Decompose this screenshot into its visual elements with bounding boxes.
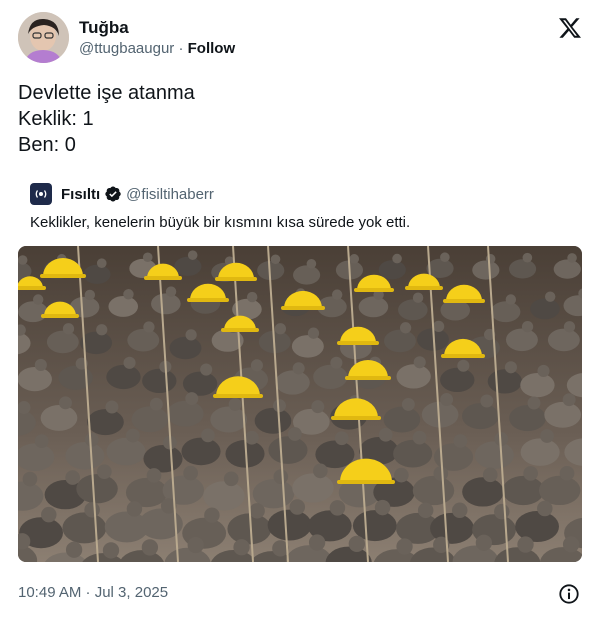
display-name[interactable]: Tuğba: [79, 18, 235, 38]
quote-header[interactable]: Fısıltı @fisiltihaberr: [30, 183, 214, 205]
tweet-line-3: Ben: 0: [18, 134, 76, 156]
author-block: Tuğba @ttugbaaugur · Follow: [79, 18, 235, 60]
tweet-photo[interactable]: [18, 246, 582, 562]
partridges-with-helmets-image: [18, 246, 582, 562]
tweet-text: Devlette işe atanma Keklik: 1 Ben: 0: [18, 80, 578, 158]
follow-button[interactable]: Follow: [188, 40, 236, 57]
quote-avatar[interactable]: [30, 183, 52, 205]
tweet-line-1: Devlette işe atanma: [18, 82, 195, 104]
verified-badge-icon: [105, 186, 121, 202]
tweet-header: Tuğba @ttugbaaugur · Follow: [18, 12, 582, 66]
info-icon[interactable]: [558, 583, 580, 605]
handle[interactable]: @ttugbaaugur: [79, 40, 174, 57]
avatar[interactable]: [18, 12, 69, 63]
tweet-line-2: Keklik: 1: [18, 108, 94, 130]
quote-name[interactable]: Fısıltı: [61, 186, 100, 203]
x-logo-icon[interactable]: [558, 16, 582, 40]
separator: ·: [178, 40, 184, 57]
timestamp[interactable]: 10:49 AM · Jul 3, 2025: [18, 584, 168, 601]
quote-handle[interactable]: @fisiltihaberr: [126, 186, 214, 203]
quote-text: Keklikler, kenelerin büyük bir kısmını k…: [30, 214, 411, 231]
handle-line: @ttugbaaugur · Follow: [79, 38, 235, 60]
